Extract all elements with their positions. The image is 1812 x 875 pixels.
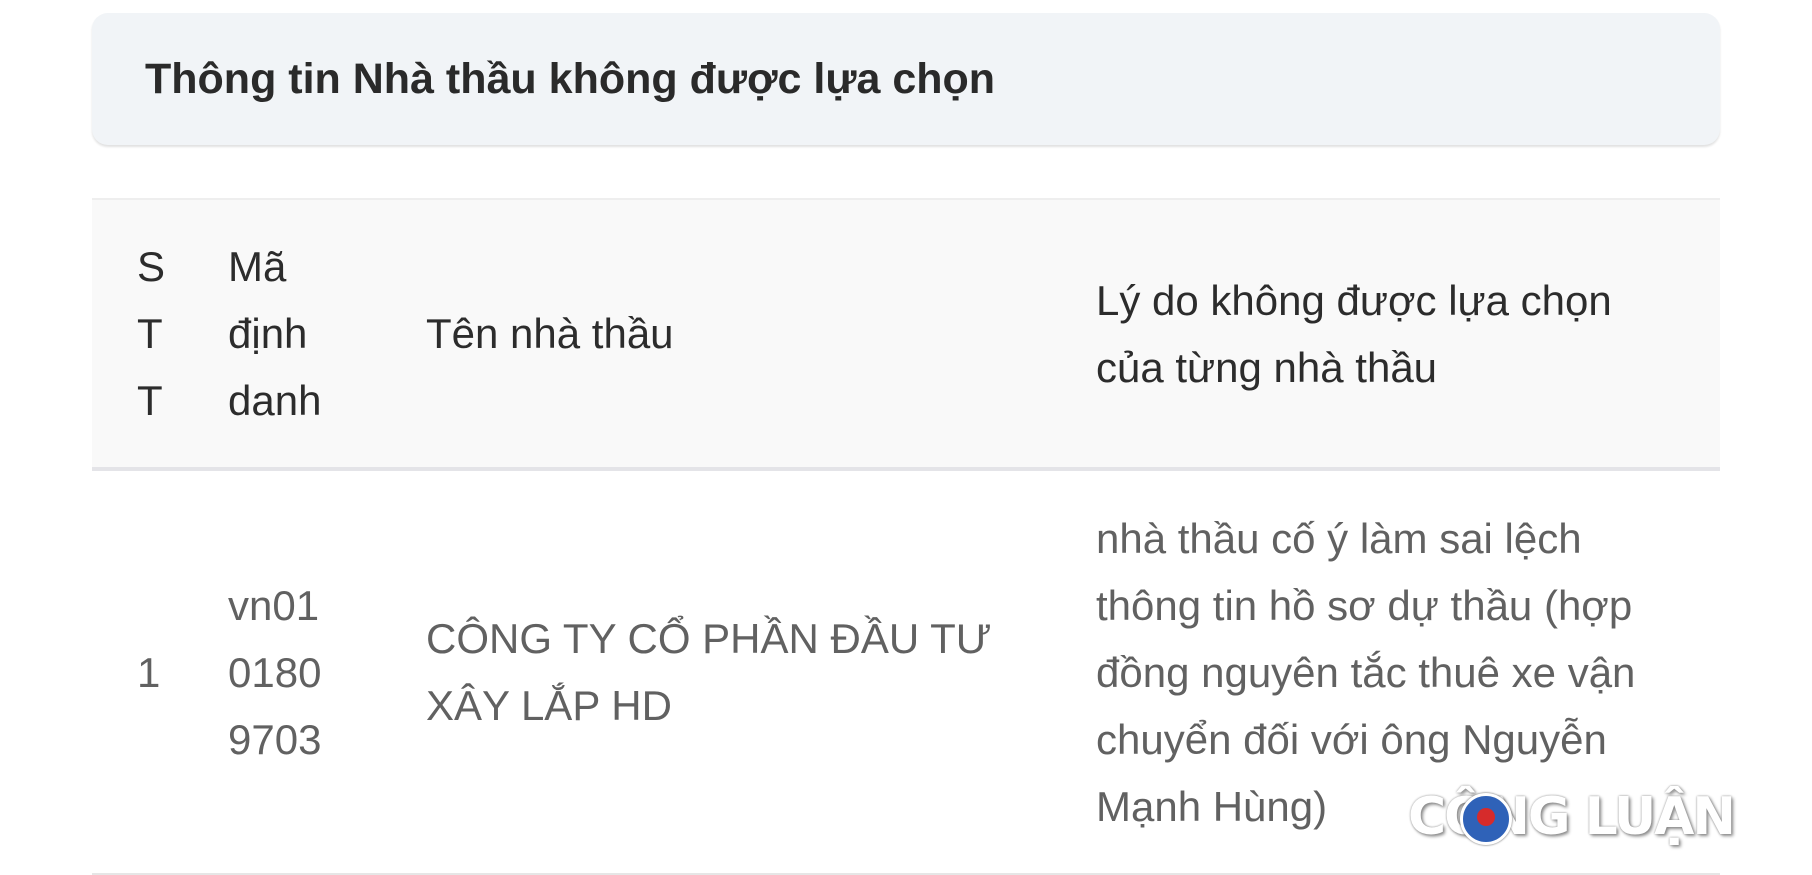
watermark-text: CÔNG LUẬN	[1408, 787, 1736, 847]
section-header: Thông tin Nhà thầu không được lựa chọn	[92, 13, 1720, 145]
cell-stt: 1	[92, 469, 198, 875]
cell-ma-dinh-danh: vn01 0180 9703	[198, 469, 396, 875]
header-ly-do: Lý do không được lựa chọn của từng nhà t…	[1066, 198, 1720, 471]
emblem-icon	[1460, 793, 1512, 845]
header-stt: S T T	[92, 198, 198, 471]
table-header-row: S T T Mã định danh Tên nhà thầu Lý do kh…	[92, 198, 1720, 471]
section-title: Thông tin Nhà thầu không được lựa chọn	[145, 54, 996, 103]
contractor-table: S T T Mã định danh Tên nhà thầu Lý do kh…	[92, 198, 1720, 875]
header-ma-dinh-danh: Mã định danh	[198, 198, 396, 471]
cell-ten-nha-thau: CÔNG TY CỔ PHẦN ĐẦU TƯ XÂY LẮP HD	[396, 469, 1066, 875]
watermark-logo: CÔNG LUẬN	[1408, 787, 1778, 847]
header-ten-nha-thau: Tên nhà thầu	[396, 198, 1066, 471]
